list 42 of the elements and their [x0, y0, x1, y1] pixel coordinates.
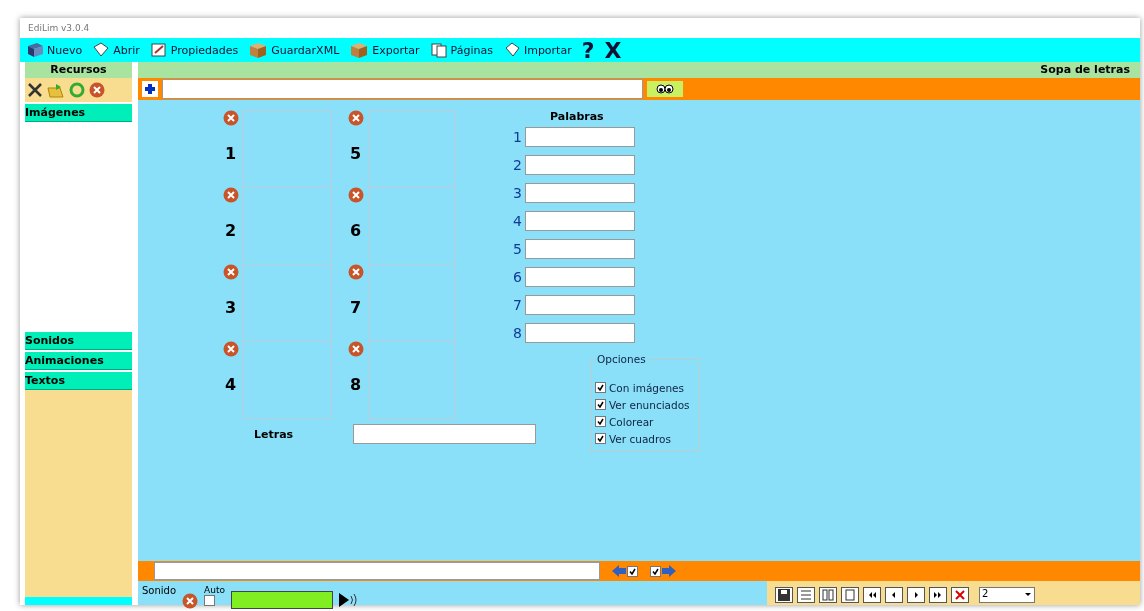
- field-label: Letras: [254, 427, 294, 441]
- words-title: Palabras: [550, 110, 605, 123]
- word-number: 7: [512, 297, 522, 313]
- image-number: 2: [224, 221, 237, 240]
- image-number: 8: [349, 375, 362, 394]
- word-number: 1: [512, 129, 522, 145]
- page-select[interactable]: 2: [979, 587, 1035, 603]
- word-number: 2: [512, 157, 522, 173]
- sidebar-section[interactable]: Animaciones: [25, 351, 132, 370]
- toolbar-button[interactable]: Exportar: [349, 42, 420, 58]
- group-title: Opciones: [596, 353, 647, 365]
- toolbar-button[interactable]: Nuevo: [26, 42, 83, 58]
- option-label: Ver enunciados: [609, 398, 690, 411]
- toolbar-button[interactable]: Importar: [502, 42, 572, 58]
- word-number: 3: [512, 185, 522, 201]
- image-number: 6: [349, 221, 362, 240]
- word-number: 8: [512, 325, 522, 341]
- window-title: EdiLim v3.0.4: [27, 22, 91, 35]
- page-title: Sopa de letras: [138, 62, 1140, 78]
- toolbar-button[interactable]: Páginas: [429, 42, 493, 58]
- sidebar-section[interactable]: Textos: [25, 371, 132, 390]
- sidebar-section[interactable]: Imágenes: [25, 104, 132, 122]
- image-number: 3: [224, 298, 237, 317]
- option-label: Con imágenes: [609, 381, 685, 394]
- image-number: 7: [349, 298, 362, 317]
- word-number: 5: [512, 241, 522, 257]
- sound-label: Sonido: [142, 585, 177, 596]
- word-number: 6: [512, 269, 522, 285]
- image-number: 1: [224, 144, 237, 163]
- option-label: Ver cuadros: [609, 432, 671, 445]
- word-number: 4: [512, 213, 522, 229]
- image-number: 5: [349, 144, 362, 163]
- toolbar-button[interactable]: GuardarXML: [248, 42, 340, 58]
- toolbar-button[interactable]: X: [604, 37, 622, 63]
- auto-label: Auto: [204, 585, 225, 595]
- toolbar-button[interactable]: Abrir: [92, 42, 140, 58]
- option-label: Colorear: [609, 415, 654, 428]
- toolbar-button[interactable]: Propiedades: [149, 42, 239, 58]
- toolbar-button[interactable]: ?: [581, 37, 595, 63]
- image-number: 4: [224, 375, 237, 394]
- panel-title: Recursos: [25, 62, 132, 78]
- sidebar-section[interactable]: Sonidos: [25, 331, 132, 350]
